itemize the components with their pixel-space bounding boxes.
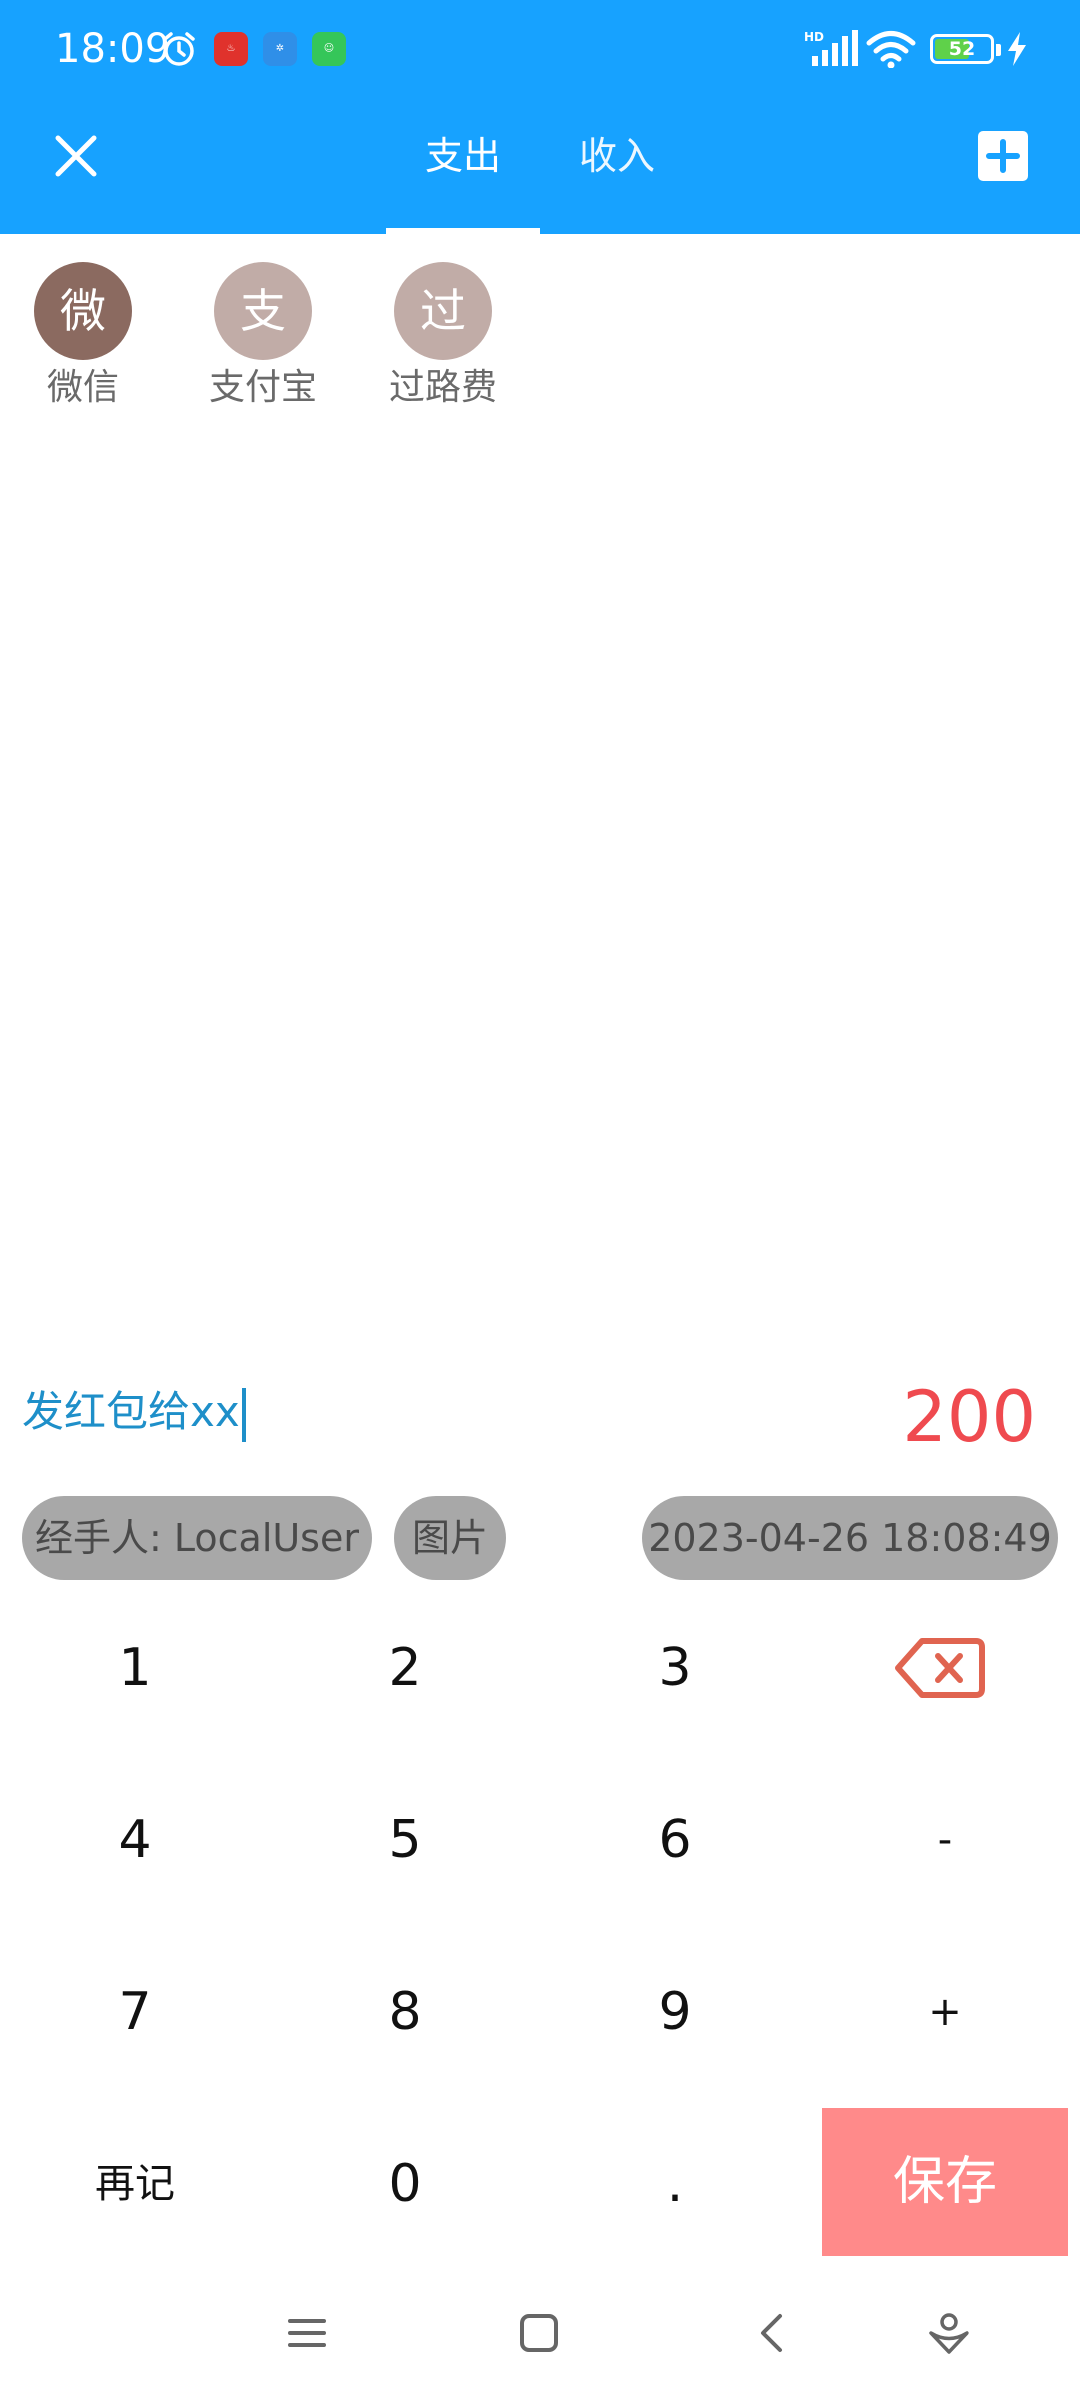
battery-tip bbox=[996, 44, 1001, 56]
category-toll[interactable]: 过 过路费 bbox=[373, 262, 513, 412]
backspace-button[interactable] bbox=[810, 1582, 1080, 1754]
text-cursor bbox=[241, 1387, 246, 1442]
plus-icon bbox=[986, 139, 1020, 173]
key-6[interactable]: 6 bbox=[540, 1754, 810, 1926]
key-minus[interactable]: - bbox=[810, 1754, 1080, 1926]
category-wechat[interactable]: 微 微信 bbox=[13, 262, 153, 412]
app-icon-blue: ✲ bbox=[263, 32, 297, 66]
key-7[interactable]: 7 bbox=[0, 1926, 270, 2098]
category-icon: 过 bbox=[394, 262, 492, 360]
key-3[interactable]: 3 bbox=[540, 1582, 810, 1754]
key-decimal[interactable]: . bbox=[540, 2098, 810, 2270]
battery-icon: 52 bbox=[930, 34, 994, 64]
key-5[interactable]: 5 bbox=[270, 1754, 540, 1926]
menu-icon[interactable] bbox=[282, 2308, 332, 2358]
system-nav-bar bbox=[0, 2270, 1080, 2400]
category-label: 微信 bbox=[46, 367, 119, 408]
back-icon[interactable] bbox=[748, 2308, 798, 2358]
category-icon: 支 bbox=[214, 262, 312, 360]
note-text: 发红包给xx bbox=[22, 1387, 240, 1436]
active-tab-indicator bbox=[386, 228, 540, 234]
datetime-chip[interactable]: 2023-04-26 18:08:49 bbox=[642, 1496, 1058, 1580]
tab-expense-label: 支出 bbox=[424, 134, 501, 178]
key-8[interactable]: 8 bbox=[270, 1926, 540, 2098]
category-icon: 微 bbox=[34, 262, 132, 360]
key-1[interactable]: 1 bbox=[0, 1582, 270, 1754]
status-time: 18:09 bbox=[55, 26, 171, 72]
note-input[interactable]: 发红包给xx bbox=[22, 1382, 246, 1442]
category-label: 支付宝 bbox=[208, 367, 317, 408]
add-category-button[interactable] bbox=[978, 131, 1028, 181]
category-label: 过路费 bbox=[388, 367, 497, 408]
tab-income-label: 收入 bbox=[578, 134, 655, 178]
category-alipay[interactable]: 支 支付宝 bbox=[193, 262, 333, 412]
alarm-icon bbox=[163, 32, 195, 66]
key-4[interactable]: 4 bbox=[0, 1754, 270, 1926]
signal-icon bbox=[812, 30, 858, 66]
key-plus[interactable]: + bbox=[810, 1926, 1080, 2098]
backspace-icon bbox=[895, 1638, 985, 1698]
close-icon[interactable] bbox=[46, 126, 106, 186]
app-header: 18:09 ♨ ✲ ☺ HD 52 支出 收入 bbox=[0, 0, 1080, 234]
key-2[interactable]: 2 bbox=[270, 1582, 540, 1754]
charging-icon bbox=[1008, 32, 1026, 66]
key-9[interactable]: 9 bbox=[540, 1926, 810, 2098]
app-icon-red: ♨ bbox=[214, 32, 248, 66]
assistant-icon[interactable] bbox=[924, 2308, 974, 2358]
type-tabs: 支出 收入 bbox=[386, 126, 676, 234]
battery-level: 52 bbox=[948, 38, 976, 60]
amount-display: 200 bbox=[902, 1376, 1036, 1458]
tab-income[interactable]: 收入 bbox=[540, 126, 694, 234]
save-button[interactable]: 保存 bbox=[822, 2108, 1068, 2256]
tab-expense[interactable]: 支出 bbox=[386, 126, 540, 234]
image-chip[interactable]: 图片 bbox=[394, 1496, 506, 1580]
key-0[interactable]: 0 bbox=[270, 2098, 540, 2270]
app-icon-green: ☺ bbox=[312, 32, 346, 66]
home-icon[interactable] bbox=[514, 2308, 564, 2358]
record-again-button[interactable]: 再记 bbox=[0, 2098, 270, 2270]
wifi-icon bbox=[866, 31, 916, 68]
handler-chip[interactable]: 经手人: LocalUser bbox=[22, 1496, 372, 1580]
